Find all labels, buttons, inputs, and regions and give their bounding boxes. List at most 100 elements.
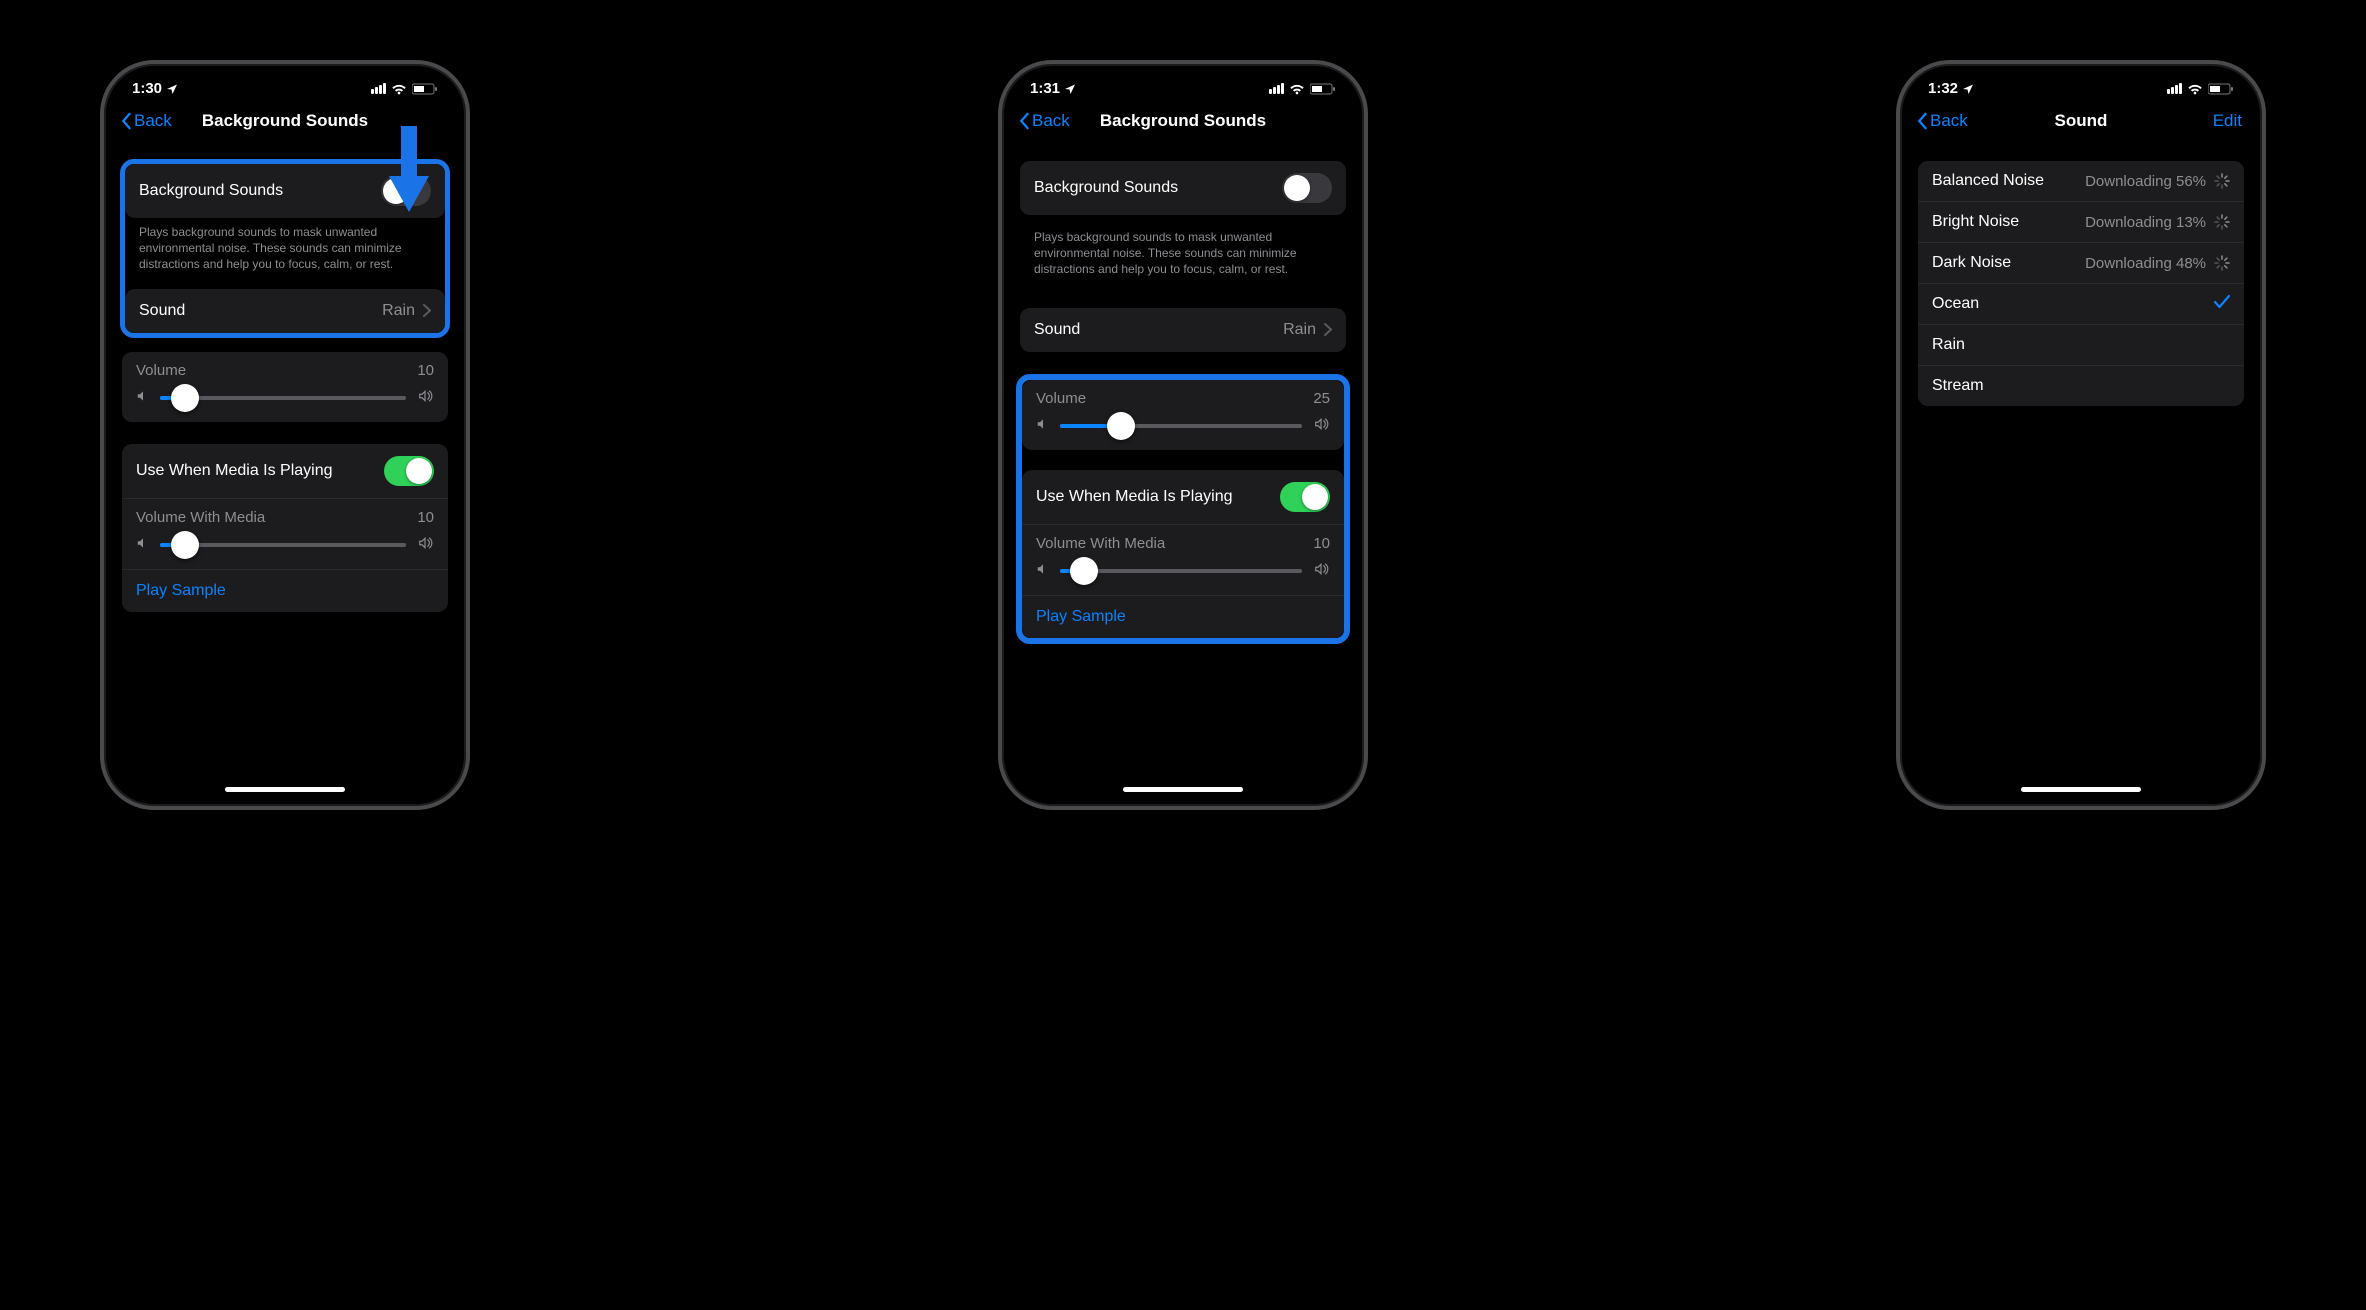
sound-option-label: Stream: [1932, 377, 1984, 395]
volume-high-icon: [1312, 562, 1330, 581]
sound-list: Balanced Noise Downloading 56% Bright Nois…: [1918, 161, 2244, 406]
use-when-media-toggle[interactable]: [1280, 482, 1330, 512]
chevron-left-icon: [120, 112, 132, 130]
play-sample-button[interactable]: Play Sample: [122, 569, 448, 612]
volume-row: Volume 25: [1022, 380, 1344, 450]
edit-button[interactable]: Edit: [2213, 111, 2242, 131]
sound-value: Rain: [1283, 321, 1316, 339]
phone-mock-1: 1:30 Back Background Sounds: [100, 60, 470, 810]
volume-slider[interactable]: [1060, 424, 1302, 428]
page-title: Background Sounds: [202, 111, 368, 131]
chevron-right-icon: [1324, 323, 1332, 336]
back-label: Back: [1032, 111, 1070, 131]
volume-high-icon: [416, 389, 434, 408]
status-bar: 1:30: [110, 70, 460, 99]
sound-option[interactable]: Ocean: [1918, 283, 2244, 324]
volume-low-icon: [1036, 417, 1050, 436]
spinner-icon: [2214, 173, 2230, 189]
sound-option[interactable]: Rain: [1918, 324, 2244, 365]
volume-slider[interactable]: [160, 396, 406, 400]
status-bar: 1:31: [1008, 70, 1358, 99]
back-label: Back: [1930, 111, 1968, 131]
sound-option[interactable]: Dark Noise Downloading 48%: [1918, 242, 2244, 283]
back-button[interactable]: Back: [1916, 111, 1968, 131]
sound-label: Sound: [139, 302, 185, 320]
sound-option-label: Balanced Noise: [1932, 172, 2044, 190]
sound-option-label: Rain: [1932, 336, 1965, 354]
back-label: Back: [134, 111, 172, 131]
wifi-icon: [2187, 83, 2203, 95]
sound-row[interactable]: Sound Rain: [1020, 308, 1346, 352]
background-sounds-description: Plays background sounds to mask unwanted…: [1020, 223, 1346, 290]
wifi-icon: [1289, 83, 1305, 95]
chevron-left-icon: [1916, 112, 1928, 130]
cellular-icon: [1269, 83, 1284, 94]
download-status: Downloading 48%: [2085, 255, 2206, 272]
spinner-icon: [2214, 214, 2230, 230]
volume-high-icon: [1312, 417, 1330, 436]
back-button[interactable]: Back: [120, 111, 172, 131]
use-when-media-toggle[interactable]: [384, 456, 434, 486]
volume-media-value: 10: [1313, 535, 1330, 552]
volume-label: Volume: [1036, 390, 1086, 407]
volume-value: 25: [1313, 390, 1330, 407]
use-when-media-row[interactable]: Use When Media Is Playing: [122, 444, 448, 498]
play-sample-button[interactable]: Play Sample: [1022, 595, 1344, 638]
volume-media-label: Volume With Media: [1036, 535, 1165, 552]
volume-value: 10: [417, 362, 434, 379]
battery-icon: [412, 83, 438, 95]
use-when-media-label: Use When Media Is Playing: [1036, 488, 1233, 506]
volume-media-value: 10: [417, 509, 434, 526]
page-title: Sound: [2055, 111, 2108, 131]
status-time: 1:30: [132, 80, 162, 97]
use-when-media-row[interactable]: Use When Media Is Playing: [1022, 470, 1344, 524]
sound-option[interactable]: Bright Noise Downloading 13%: [1918, 201, 2244, 242]
cellular-icon: [371, 83, 386, 94]
volume-low-icon: [1036, 562, 1050, 581]
chevron-right-icon: [423, 304, 431, 317]
sound-option-label: Dark Noise: [1932, 254, 2011, 272]
download-status: Downloading 56%: [2085, 173, 2206, 190]
chevron-left-icon: [1018, 112, 1030, 130]
volume-media-label: Volume With Media: [136, 509, 265, 526]
status-time: 1:31: [1030, 80, 1060, 97]
location-icon: [1064, 83, 1076, 95]
background-sounds-row[interactable]: Background Sounds: [1020, 161, 1346, 215]
background-sounds-toggle[interactable]: [1282, 173, 1332, 203]
volume-low-icon: [136, 389, 150, 408]
location-icon: [1962, 83, 1974, 95]
volume-media-slider[interactable]: [1060, 569, 1302, 573]
sound-option[interactable]: Stream: [1918, 365, 2244, 406]
sound-option-label: Bright Noise: [1932, 213, 2019, 231]
volume-row: Volume 10: [122, 352, 448, 422]
sound-label: Sound: [1034, 321, 1080, 339]
home-indicator[interactable]: [1123, 787, 1243, 792]
sound-row[interactable]: Sound Rain: [125, 289, 445, 333]
callout-arrow-icon: [386, 126, 432, 221]
location-icon: [166, 83, 178, 95]
sound-value: Rain: [382, 302, 415, 320]
use-when-media-label: Use When Media Is Playing: [136, 462, 333, 480]
highlight-box-bottom: Volume 25: [1016, 374, 1350, 644]
volume-low-icon: [136, 536, 150, 555]
background-sounds-label: Background Sounds: [139, 182, 283, 200]
home-indicator[interactable]: [225, 787, 345, 792]
download-status: Downloading 13%: [2085, 214, 2206, 231]
sound-option-label: Ocean: [1932, 295, 1979, 313]
phone-mock-3: 1:32 Back Sound Edit Balanced Noise Downl…: [1896, 60, 2266, 810]
battery-icon: [1310, 83, 1336, 95]
checkmark-icon: [2214, 295, 2230, 313]
volume-label: Volume: [136, 362, 186, 379]
wifi-icon: [391, 83, 407, 95]
volume-media-row: Volume With Media 10: [1022, 524, 1344, 595]
status-bar: 1:32: [1906, 70, 2256, 99]
spinner-icon: [2214, 255, 2230, 271]
sound-option[interactable]: Balanced Noise Downloading 56%: [1918, 161, 2244, 201]
nav-bar: Back Sound Edit: [1906, 99, 2256, 143]
back-button[interactable]: Back: [1018, 111, 1070, 131]
home-indicator[interactable]: [2021, 787, 2141, 792]
nav-bar: Back Background Sounds: [1008, 99, 1358, 143]
status-time: 1:32: [1928, 80, 1958, 97]
volume-media-slider[interactable]: [160, 543, 406, 547]
cellular-icon: [2167, 83, 2182, 94]
